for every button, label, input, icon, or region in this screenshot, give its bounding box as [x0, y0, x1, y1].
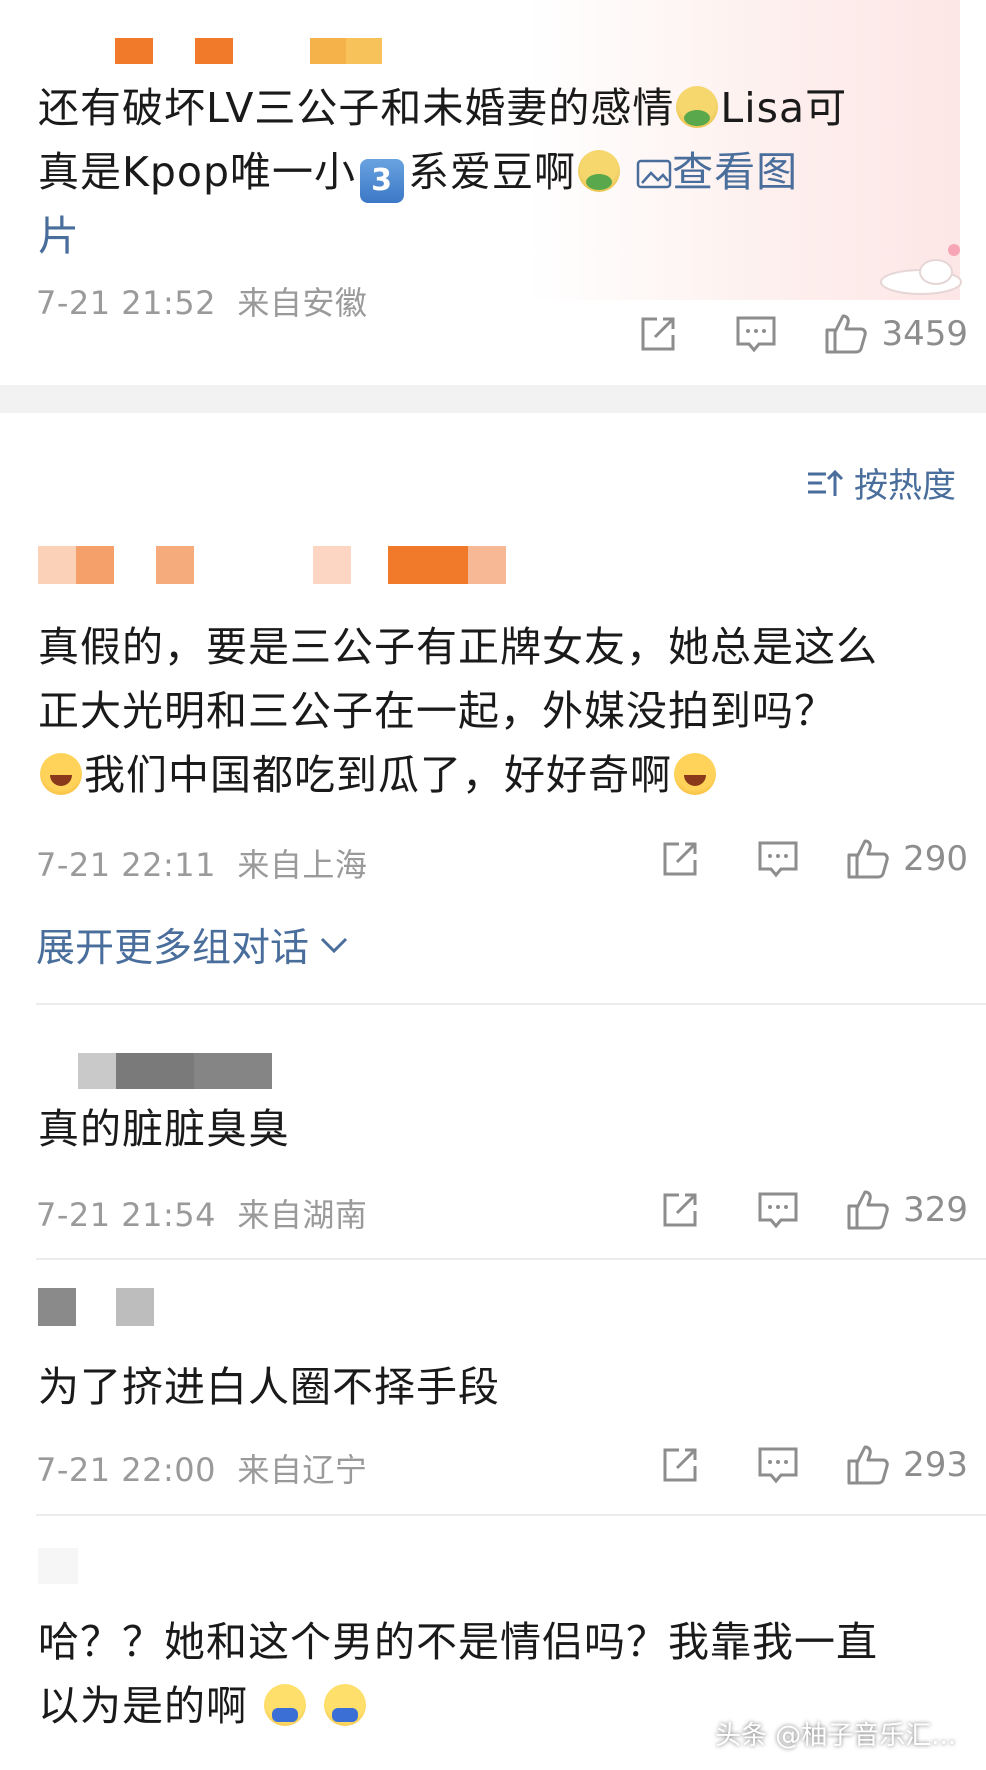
like-count: 3459: [881, 314, 968, 354]
comment-line-tail: Lisa可: [720, 84, 848, 132]
reply-button[interactable]: [756, 1444, 800, 1486]
like-count: 293: [903, 1445, 968, 1485]
like-count: 329: [903, 1190, 968, 1230]
share-icon: [663, 1193, 697, 1227]
image-icon: [636, 159, 672, 189]
comment-icon: [758, 1192, 798, 1229]
comment-text: 真假的，要是三公子有正牌女友，她总是这么 正大光明和三公子在一起，外媒没拍到吗？…: [38, 615, 878, 807]
comment-line: 真的脏脏臭臭: [38, 1105, 290, 1153]
expand-label: 展开更多组对话: [36, 926, 310, 971]
comment-text: 真的脏脏臭臭: [38, 1097, 290, 1161]
comment-time: 7-21 21:52: [36, 284, 217, 322]
comment-line: 真假的，要是三公子有正牌女友，她总是这么: [38, 623, 878, 671]
reply-button[interactable]: [756, 838, 800, 880]
comment-meta: 7-21 21:54 来自湖南: [36, 1190, 367, 1236]
divider: [36, 1514, 986, 1516]
sweating-face-icon: [264, 1684, 307, 1726]
tears-of-joy-icon: [40, 753, 82, 795]
comment-line: 哈？？她和这个男的不是情侣吗？我靠我一直: [38, 1618, 878, 1666]
like-button[interactable]: 3459: [823, 312, 968, 356]
comment-line: 为了挤进白人圈不择手段: [38, 1363, 500, 1411]
divider: [36, 1003, 986, 1005]
divider: [36, 1258, 986, 1260]
share-button[interactable]: [637, 313, 679, 355]
comment-line: 以为是的啊: [38, 1682, 248, 1730]
comment-location: 来自辽宁: [237, 1451, 368, 1489]
like-button[interactable]: 290: [845, 837, 968, 881]
expand-more-conversations-button[interactable]: 展开更多组对话: [36, 917, 349, 973]
comment-meta: 7-21 21:52 来自安徽: [36, 278, 367, 324]
sort-label: 按热度: [854, 466, 956, 506]
comment-line: 还有破坏LV三公子和未婚妻的感情: [38, 84, 675, 132]
comment-meta: 7-21 22:00 来自辽宁: [36, 1445, 367, 1491]
share-icon: [663, 842, 697, 876]
comment-icon: [758, 841, 798, 878]
share-icon: [663, 1448, 697, 1482]
sort-icon: [808, 469, 844, 496]
keycap-three-icon: 3: [360, 159, 405, 203]
view-image-link-tail[interactable]: 片: [38, 212, 80, 260]
section-separator: [0, 385, 986, 413]
nauseated-face-icon: [578, 150, 621, 192]
sort-by-hot-button[interactable]: 按热度: [806, 458, 956, 507]
sweating-face-icon: [324, 1684, 367, 1726]
share-button[interactable]: [659, 1444, 701, 1486]
thumbs-up-icon: [847, 1190, 889, 1230]
top-comment-card: 还有破坏LV三公子和未婚妻的感情 Lisa可 真是Kpop唯一小 3 系爱豆啊 查看图…: [0, 0, 986, 385]
comment-actions: 290: [659, 837, 968, 881]
thumbs-up-icon: [825, 314, 868, 354]
like-button[interactable]: 293: [845, 1443, 968, 1487]
share-button[interactable]: [659, 1189, 701, 1231]
thumbs-up-icon: [847, 839, 889, 879]
reply-button[interactable]: [756, 1189, 800, 1231]
comment-actions: 3459: [637, 312, 968, 356]
comment-location: 来自上海: [237, 846, 368, 884]
comment-actions: 329: [659, 1188, 968, 1232]
comment-line: 系爱豆啊: [408, 148, 577, 196]
comment-line: 正大光明和三公子在一起，外媒没拍到吗？: [38, 687, 836, 735]
comment-time: 7-21 22:11: [36, 846, 217, 884]
share-icon: [641, 317, 675, 351]
comment-actions: 293: [659, 1443, 968, 1487]
comment-line: 真是Kpop唯一小: [38, 148, 357, 196]
top-comment-text: 还有破坏LV三公子和未婚妻的感情 Lisa可 真是Kpop唯一小 3 系爱豆啊 查看图…: [38, 76, 847, 268]
nauseated-face-icon: [676, 86, 719, 128]
sleeping-bunny-sticker-icon: [880, 244, 962, 295]
comment-time: 7-21 22:00: [36, 1451, 217, 1489]
comment-icon: [736, 316, 776, 353]
comment-meta: 7-21 22:11 来自上海: [36, 840, 367, 886]
like-count: 290: [903, 839, 968, 879]
comment-line: 我们中国都吃到瓜了，好好奇啊: [84, 751, 672, 799]
thumbs-up-icon: [847, 1445, 889, 1485]
comment-location: 来自湖南: [237, 1196, 368, 1234]
comment-location: 来自安徽: [237, 284, 368, 322]
comment-time: 7-21 21:54: [36, 1196, 217, 1234]
like-button[interactable]: 329: [845, 1188, 968, 1232]
view-image-link[interactable]: 查看图: [636, 148, 798, 196]
comment-text: 为了挤进白人圈不择手段: [38, 1355, 500, 1419]
share-button[interactable]: [659, 838, 701, 880]
watermark: 头条 @柚子音乐汇...: [714, 1721, 956, 1751]
chevron-down-icon: [320, 937, 348, 954]
tears-of-joy-icon: [674, 753, 716, 795]
comment-icon: [758, 1447, 798, 1484]
reply-button[interactable]: [734, 313, 778, 355]
